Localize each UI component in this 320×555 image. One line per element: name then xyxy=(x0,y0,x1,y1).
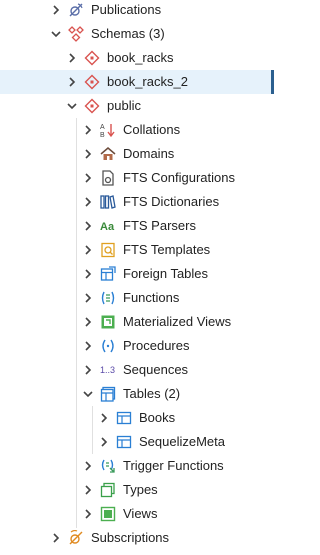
view-icon xyxy=(100,506,116,522)
chevron-right-icon[interactable] xyxy=(82,316,94,328)
chevron-right-icon[interactable] xyxy=(82,172,94,184)
chevron-right-icon[interactable] xyxy=(50,532,62,544)
fts-template-icon xyxy=(100,242,116,258)
tree-item-label: Types xyxy=(123,482,158,497)
procedure-icon xyxy=(100,338,116,354)
schemas-icon xyxy=(68,26,84,42)
tree-item-subscriptions[interactable]: Subscriptions xyxy=(0,526,274,550)
tree-item-book-racks-2[interactable]: book_racks_2 xyxy=(0,70,274,94)
tree-item-fts-templates[interactable]: FTS Templates xyxy=(0,238,274,262)
tree-item-label: FTS Dictionaries xyxy=(123,194,220,209)
chevron-right-icon[interactable] xyxy=(66,52,78,64)
tree-item-label: Subscriptions xyxy=(91,530,170,545)
schema-icon xyxy=(84,74,100,90)
chevron-right-icon[interactable] xyxy=(66,76,78,88)
schema-icon xyxy=(84,50,100,66)
tree-item-trigger-functions[interactable]: Trigger Functions xyxy=(0,454,274,478)
chevron-right-icon[interactable] xyxy=(82,292,94,304)
function-icon xyxy=(100,290,116,306)
trigger-function-icon xyxy=(100,458,116,474)
tables-icon xyxy=(100,386,116,402)
tree-item-label: Sequences xyxy=(123,362,189,377)
tree-item-books[interactable]: Books xyxy=(0,406,274,430)
tree-item-collations[interactable]: AB Collations xyxy=(0,118,274,142)
sequence-icon-text: 1..3 xyxy=(100,365,115,375)
tree-item-label: book_racks_2 xyxy=(107,74,188,89)
tree-item-schemas[interactable]: Schemas (3) xyxy=(0,22,274,46)
svg-text:B: B xyxy=(100,132,105,138)
tree-item-label: Schemas (3) xyxy=(91,26,165,41)
tree-item-label: Tables (2) xyxy=(123,386,181,401)
tree-item-types[interactable]: Types xyxy=(0,478,274,502)
tree-item-procedures[interactable]: Procedures xyxy=(0,334,274,358)
chevron-right-icon[interactable] xyxy=(82,364,94,376)
chevron-right-icon[interactable] xyxy=(82,244,94,256)
tree-item-fts-dictionaries[interactable]: FTS Dictionaries xyxy=(0,190,274,214)
chevron-right-icon[interactable] xyxy=(82,196,94,208)
tree-item-functions[interactable]: Functions xyxy=(0,286,274,310)
tree-item-label: FTS Configurations xyxy=(123,170,235,185)
chevron-right-icon[interactable] xyxy=(82,220,94,232)
schema-icon xyxy=(84,98,100,114)
chevron-right-icon[interactable] xyxy=(98,412,110,424)
tree-item-views[interactable]: Views xyxy=(0,502,274,526)
tree-item-publications[interactable]: Publications xyxy=(0,0,274,22)
tree-item-label: public xyxy=(107,98,141,113)
tree-item-sequelizemeta[interactable]: SequelizeMeta xyxy=(0,430,274,454)
chevron-down-icon[interactable] xyxy=(50,28,62,40)
tree-item-public[interactable]: public xyxy=(0,94,274,118)
tree-item-materialized-views[interactable]: Materialized Views xyxy=(0,310,274,334)
publication-icon xyxy=(68,2,84,18)
chevron-right-icon[interactable] xyxy=(82,124,94,136)
tree-item-label: Materialized Views xyxy=(123,314,232,329)
tree-item-label: FTS Parsers xyxy=(123,218,196,233)
tree-item-fts-configurations[interactable]: FTS Configurations xyxy=(0,166,274,190)
tree-item-book-racks[interactable]: book_racks xyxy=(0,46,274,70)
chevron-down-icon[interactable] xyxy=(66,100,78,112)
chevron-right-icon[interactable] xyxy=(82,340,94,352)
tree-item-label: Collations xyxy=(123,122,181,137)
chevron-right-icon[interactable] xyxy=(98,436,110,448)
tree-item-label: Functions xyxy=(123,290,180,305)
type-icon xyxy=(100,482,116,498)
sequence-icon: 1..3 xyxy=(100,362,120,378)
fts-dictionary-icon xyxy=(100,194,116,210)
tree-item-label: Trigger Functions xyxy=(123,458,224,473)
tree-item-label: FTS Templates xyxy=(123,242,211,257)
chevron-right-icon[interactable] xyxy=(50,4,62,16)
foreign-table-icon xyxy=(100,266,116,282)
svg-text:A: A xyxy=(100,124,105,131)
domain-icon xyxy=(100,146,116,162)
tree-item-label: Procedures xyxy=(123,338,190,353)
tree-item-domains[interactable]: Domains xyxy=(0,142,274,166)
tree-item-label: Books xyxy=(139,410,176,425)
chevron-right-icon[interactable] xyxy=(82,508,94,520)
subscription-icon xyxy=(68,530,84,546)
object-browser-tree: Publications Schemas (3) book_racks book… xyxy=(0,0,274,555)
chevron-right-icon[interactable] xyxy=(82,460,94,472)
tree-item-tables[interactable]: Tables (2) xyxy=(0,382,274,406)
materialized-view-icon xyxy=(100,314,116,330)
chevron-right-icon[interactable] xyxy=(82,484,94,496)
chevron-down-icon[interactable] xyxy=(82,388,94,400)
tree-item-label: Domains xyxy=(123,146,175,161)
chevron-right-icon[interactable] xyxy=(82,268,94,280)
tree-item-foreign-tables[interactable]: Foreign Tables xyxy=(0,262,274,286)
fts-parser-icon-text: Aa xyxy=(100,221,115,233)
table-icon xyxy=(116,434,132,450)
tree-item-label: book_racks xyxy=(107,50,174,65)
tree-item-fts-parsers[interactable]: Aa FTS Parsers xyxy=(0,214,274,238)
fts-parser-icon: Aa xyxy=(100,218,120,234)
tree-item-label: Publications xyxy=(91,2,162,17)
table-icon xyxy=(116,410,132,426)
tree-item-sequences[interactable]: 1..3 Sequences xyxy=(0,358,274,382)
fts-configuration-icon xyxy=(100,170,116,186)
collation-icon: AB xyxy=(100,122,116,138)
chevron-right-icon[interactable] xyxy=(82,148,94,160)
tree-item-label: Foreign Tables xyxy=(123,266,209,281)
tree-item-label: SequelizeMeta xyxy=(139,434,225,449)
tree-item-label: Views xyxy=(123,506,158,521)
